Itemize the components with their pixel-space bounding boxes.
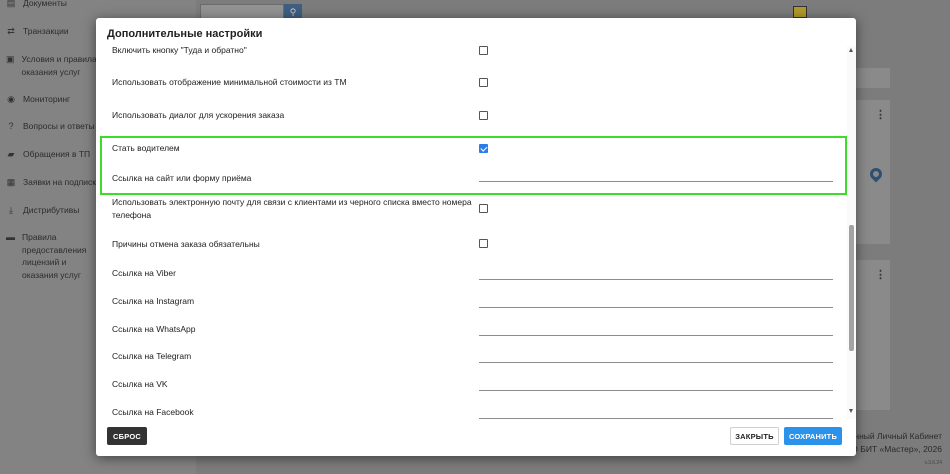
cancel-reasons-checkbox[interactable]: [479, 239, 488, 248]
setting-label: Ссылка на WhatsApp: [112, 324, 196, 334]
sidebar-item-label: Правила предоставления лицензий и оказан…: [22, 232, 87, 280]
sidebar-item-support[interactable]: ▰ Обращения в ТП: [6, 148, 91, 161]
additional-settings-dialog: Дополнительные настройки Включить кнопку…: [96, 18, 856, 456]
settings-scroll-area[interactable]: Включить кнопку "Туда и обратно" Использ…: [96, 46, 856, 419]
setting-label: Стать водителем: [112, 143, 180, 153]
sidebar-item-label: Вопросы и ответы: [23, 121, 95, 131]
background-card: [856, 68, 890, 88]
become-driver-checkbox[interactable]: [479, 144, 488, 153]
version-label: v.3.6.24: [924, 460, 942, 466]
documents-icon: ▤: [6, 0, 16, 8]
sidebar-item-label: Обращения в ТП: [23, 149, 91, 159]
setting-label: Включить кнопку "Туда и обратно": [112, 46, 247, 55]
setting-label: Ссылка на сайт или форму приёма: [112, 173, 252, 183]
dialog-title: Дополнительные настройки: [107, 28, 263, 40]
sidebar-item-label: Заявки на подписк: [23, 177, 97, 187]
more-vert-icon: ⋮: [875, 109, 886, 121]
sidebar-item-faq[interactable]: ? Вопросы и ответы: [6, 120, 95, 133]
folder-icon: ▬: [6, 232, 15, 242]
quick-order-dialog-checkbox[interactable]: [479, 111, 488, 120]
email-blacklist-checkbox[interactable]: [479, 204, 488, 213]
setting-label: Причины отмена заказа обязательны: [112, 239, 260, 249]
sidebar-item-license-rules[interactable]: ▬ Правила предоставления лицензий и оказ…: [6, 231, 98, 281]
sidebar-item-transactions[interactable]: ⇄ Транзакции: [6, 25, 69, 38]
scroll-up-arrow-icon[interactable]: [849, 48, 853, 52]
footer-line-2: ОО БИТ «Мастер», 2026: [844, 444, 942, 454]
sidebar-item-monitoring[interactable]: ◉ Мониторинг: [6, 93, 70, 106]
driver-form-link-input[interactable]: [479, 168, 833, 182]
background-card: [856, 260, 890, 410]
list-icon: ▦: [6, 177, 16, 187]
transactions-icon: ⇄: [7, 26, 15, 36]
setting-label: Ссылка на Viber: [112, 268, 176, 278]
sidebar-item-label: Транзакции: [23, 26, 69, 36]
setting-label: Использовать отображение минимальной сто…: [112, 77, 347, 87]
min-cost-checkbox[interactable]: [479, 78, 488, 87]
more-vert-icon: ⋮: [875, 269, 886, 281]
terms-icon: ▣: [6, 54, 15, 64]
viber-link-input[interactable]: [479, 266, 833, 280]
download-icon: ⤓: [9, 205, 13, 215]
sidebar-item-subscriptions[interactable]: ▦ Заявки на подписк: [6, 176, 96, 189]
eye-icon: ◉: [7, 94, 15, 104]
taxi-icon: [793, 6, 807, 18]
telegram-link-input[interactable]: [479, 349, 833, 363]
setting-label: Ссылка на Instagram: [112, 296, 195, 306]
vk-link-input[interactable]: [479, 377, 833, 391]
whatsapp-link-input[interactable]: [479, 322, 833, 336]
setting-label: Использовать диалог для ускорения заказа: [112, 110, 285, 120]
instagram-link-input[interactable]: [479, 294, 833, 308]
facebook-link-input[interactable]: [479, 405, 833, 419]
sidebar-item-documents[interactable]: ▤ Документы: [6, 0, 67, 10]
setting-label: Ссылка на Telegram: [112, 351, 192, 361]
footer-line-1: инный Личный Кабинет: [849, 431, 942, 441]
help-icon: ?: [8, 121, 14, 131]
reset-button[interactable]: СБРОС: [107, 427, 147, 445]
close-button[interactable]: ЗАКРЫТЬ: [730, 427, 779, 445]
chat-icon: ▰: [7, 149, 15, 159]
sidebar-item-terms[interactable]: ▣ Условия и правила оказания услуг: [6, 53, 101, 78]
scroll-down-arrow-icon[interactable]: [849, 409, 853, 413]
sidebar-item-label: Мониторинг: [23, 94, 71, 104]
round-trip-checkbox[interactable]: [479, 46, 488, 55]
setting-label: Ссылка на VK: [112, 379, 168, 389]
setting-label: Ссылка на Facebook: [112, 407, 194, 417]
sidebar-item-label: Документы: [23, 0, 67, 8]
setting-label: Использовать электронную почту для связи…: [112, 197, 472, 220]
save-button[interactable]: СОХРАНИТЬ: [784, 427, 842, 445]
scrollbar-thumb[interactable]: [849, 225, 854, 351]
sidebar-item-distributions[interactable]: ⤓ Дистрибутивы: [6, 204, 79, 217]
sidebar-item-label: Дистрибутивы: [23, 205, 80, 215]
sidebar-item-label: Условия и правила оказания услуг: [21, 54, 97, 77]
